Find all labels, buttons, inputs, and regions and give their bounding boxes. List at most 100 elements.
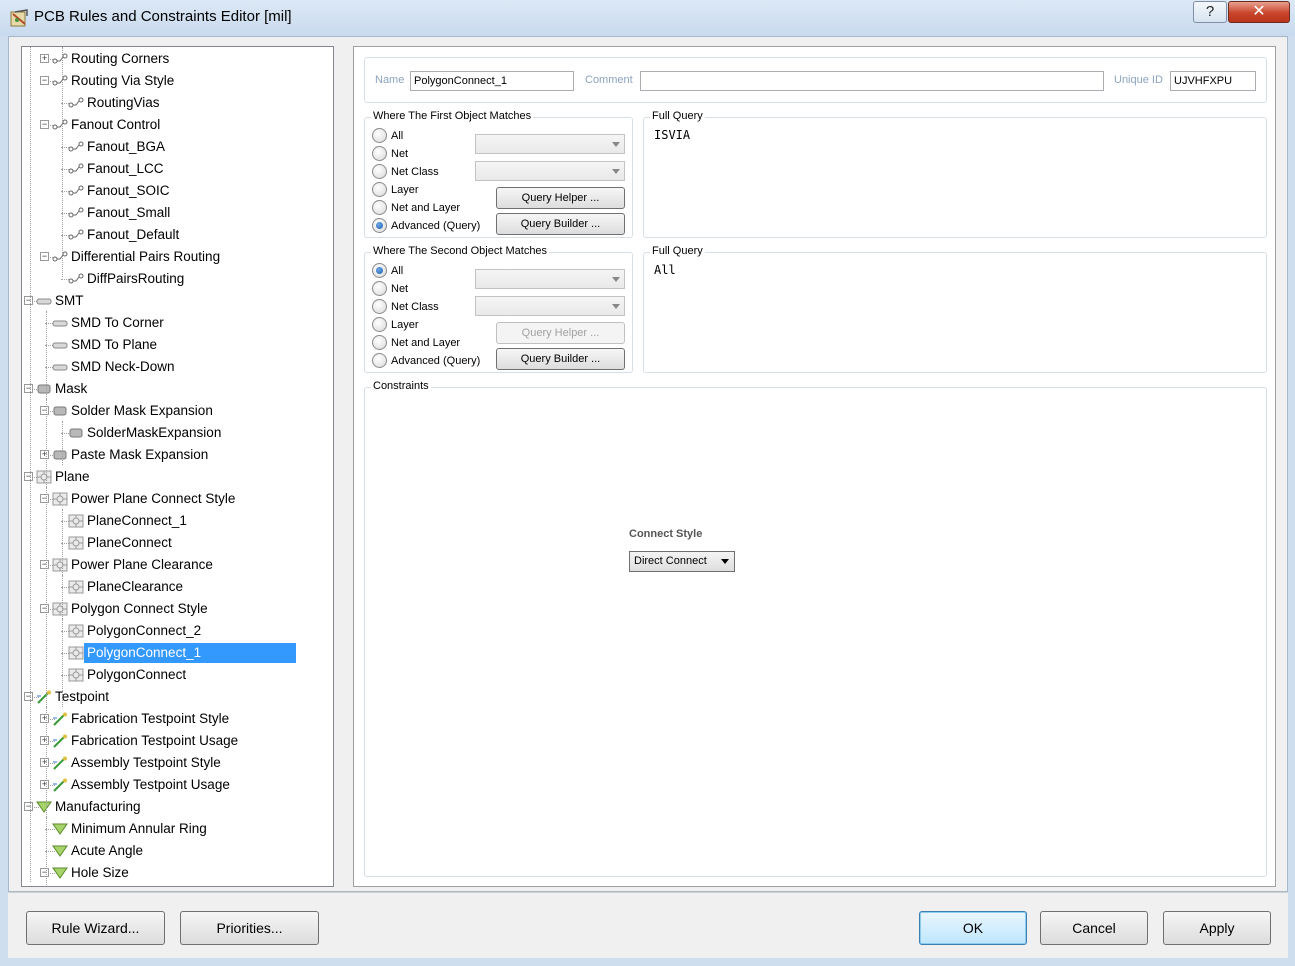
first-match-option[interactable]: Net and Layer — [372, 200, 482, 216]
collapse-icon[interactable]: − — [24, 692, 33, 701]
second-netclass-combo[interactable] — [475, 296, 625, 316]
tree-item[interactable]: Fanout_BGA — [84, 136, 168, 158]
radio-button[interactable] — [372, 299, 387, 314]
collapse-icon[interactable]: − — [24, 384, 33, 393]
first-match-option[interactable]: Layer — [372, 182, 482, 198]
radio-button[interactable] — [372, 182, 387, 197]
radio-button[interactable] — [372, 335, 387, 350]
expand-icon[interactable]: + — [40, 714, 49, 723]
second-net-combo[interactable] — [475, 269, 625, 289]
radio-button[interactable] — [372, 263, 387, 278]
tree-item[interactable]: Fanout_Default — [84, 224, 182, 246]
tree-item[interactable]: Fanout_SOIC — [84, 180, 173, 202]
tree-item[interactable]: DiffPairsRouting — [84, 268, 187, 290]
tree-item[interactable]: Power Plane Connect Style — [68, 488, 238, 510]
expand-icon[interactable]: + — [40, 736, 49, 745]
first-match-option[interactable]: Net — [372, 146, 482, 162]
collapse-icon[interactable]: − — [40, 604, 49, 613]
expand-icon[interactable]: + — [40, 54, 49, 63]
second-full-query-text[interactable]: All — [654, 263, 676, 277]
unique-id-input[interactable]: UJVHFXPU — [1170, 71, 1256, 91]
first-match-option[interactable]: Net Class — [372, 164, 482, 180]
tree-item[interactable]: Fanout_LCC — [84, 158, 167, 180]
tree-item[interactable]: SolderMaskExpansion — [84, 422, 224, 444]
collapse-icon[interactable]: − — [40, 76, 49, 85]
tree-item[interactable]: Fabrication Testpoint Usage — [68, 730, 241, 752]
cancel-button[interactable]: Cancel — [1040, 911, 1148, 945]
expand-icon[interactable]: + — [40, 450, 49, 459]
first-query-builder-button[interactable]: Query Builder ... — [496, 213, 625, 235]
connect-style-select[interactable]: Direct Connect — [629, 551, 735, 572]
comment-input[interactable] — [640, 71, 1104, 91]
first-match-option[interactable]: Advanced (Query) — [372, 218, 482, 234]
tree-item[interactable]: PlaneClearance — [84, 576, 186, 598]
tree-item[interactable]: Plane — [52, 466, 93, 488]
tree-item[interactable]: Acute Angle — [68, 840, 146, 862]
tree-item[interactable]: Hole Size — [68, 862, 132, 884]
apply-button[interactable]: Apply — [1163, 911, 1271, 945]
second-match-option[interactable]: Net and Layer — [372, 335, 482, 351]
tree-item[interactable]: PlaneConnect_1 — [84, 510, 190, 532]
collapse-icon[interactable]: − — [40, 252, 49, 261]
tree-item[interactable]: SMT — [52, 290, 87, 312]
tree-item[interactable]: Testpoint — [52, 686, 112, 708]
radio-button[interactable] — [372, 200, 387, 215]
tree-item[interactable]: Assembly Testpoint Usage — [68, 774, 233, 796]
collapse-icon[interactable]: − — [24, 802, 33, 811]
tree-item[interactable]: SMD Neck-Down — [68, 356, 178, 378]
tree-item[interactable]: Manufacturing — [52, 796, 144, 818]
first-full-query-text[interactable]: ISVIA — [654, 128, 690, 142]
collapse-icon[interactable]: − — [40, 494, 49, 503]
tree-item[interactable]: PlaneConnect — [84, 532, 175, 554]
tree-item[interactable]: Assembly Testpoint Style — [68, 752, 224, 774]
tree-item[interactable]: Minimum Annular Ring — [68, 818, 210, 840]
second-match-option[interactable]: Advanced (Query) — [372, 353, 482, 369]
tree-item[interactable]: Solder Mask Expansion — [68, 400, 216, 422]
tree-item[interactable]: SMD To Plane — [68, 334, 160, 356]
collapse-icon[interactable]: − — [24, 472, 33, 481]
expand-icon[interactable]: + — [40, 758, 49, 767]
collapse-icon[interactable]: − — [40, 868, 49, 877]
radio-button[interactable] — [372, 164, 387, 179]
radio-button[interactable] — [372, 146, 387, 161]
tree-item[interactable]: PolygonConnect_2 — [84, 620, 204, 642]
tree-item[interactable]: Mask — [52, 378, 90, 400]
name-input[interactable]: PolygonConnect_1 — [410, 71, 574, 91]
tree-item[interactable]: Paste Mask Expansion — [68, 444, 211, 466]
tree-item[interactable]: Polygon Connect Style — [68, 598, 211, 620]
rules-tree[interactable]: + Routing Corners − Routing Via Style Routin… — [21, 46, 334, 887]
tree-item[interactable]: Differential Pairs Routing — [68, 246, 223, 268]
tree-item[interactable]: Power Plane Clearance — [68, 554, 216, 576]
second-query-helper-button[interactable]: Query Helper ... — [496, 322, 625, 344]
collapse-icon[interactable]: − — [24, 296, 33, 305]
radio-button[interactable] — [372, 317, 387, 332]
second-match-option[interactable]: All — [372, 263, 482, 279]
radio-button[interactable] — [372, 353, 387, 368]
radio-button[interactable] — [372, 128, 387, 143]
collapse-icon[interactable]: − — [40, 560, 49, 569]
second-query-builder-button[interactable]: Query Builder ... — [496, 348, 625, 370]
first-query-helper-button[interactable]: Query Helper ... — [496, 187, 625, 209]
close-button[interactable]: ✕ — [1228, 1, 1290, 23]
radio-button[interactable] — [372, 281, 387, 296]
ok-button[interactable]: OK — [919, 911, 1027, 945]
tree-item[interactable]: Fanout_Small — [84, 202, 173, 224]
tree-item[interactable]: Routing Corners — [68, 48, 172, 70]
collapse-icon[interactable]: − — [40, 406, 49, 415]
help-button[interactable]: ? — [1193, 1, 1227, 23]
first-netclass-combo[interactable] — [475, 161, 625, 181]
tree-item[interactable]: PolygonConnect_1 — [84, 642, 296, 664]
second-match-option[interactable]: Layer — [372, 317, 482, 333]
rule-wizard-button[interactable]: Rule Wizard... — [26, 911, 165, 945]
tree-item[interactable]: Fabrication Testpoint Style — [68, 708, 232, 730]
tree-item[interactable]: Routing Via Style — [68, 70, 177, 92]
radio-button[interactable] — [372, 218, 387, 233]
tree-item[interactable]: RoutingVias — [84, 92, 163, 114]
tree-item[interactable]: SMD To Corner — [68, 312, 167, 334]
second-match-option[interactable]: Net Class — [372, 299, 482, 315]
first-net-combo[interactable] — [475, 134, 625, 154]
expand-icon[interactable]: + — [40, 780, 49, 789]
tree-item[interactable]: PolygonConnect — [84, 664, 189, 686]
second-match-option[interactable]: Net — [372, 281, 482, 297]
priorities-button[interactable]: Priorities... — [180, 911, 319, 945]
